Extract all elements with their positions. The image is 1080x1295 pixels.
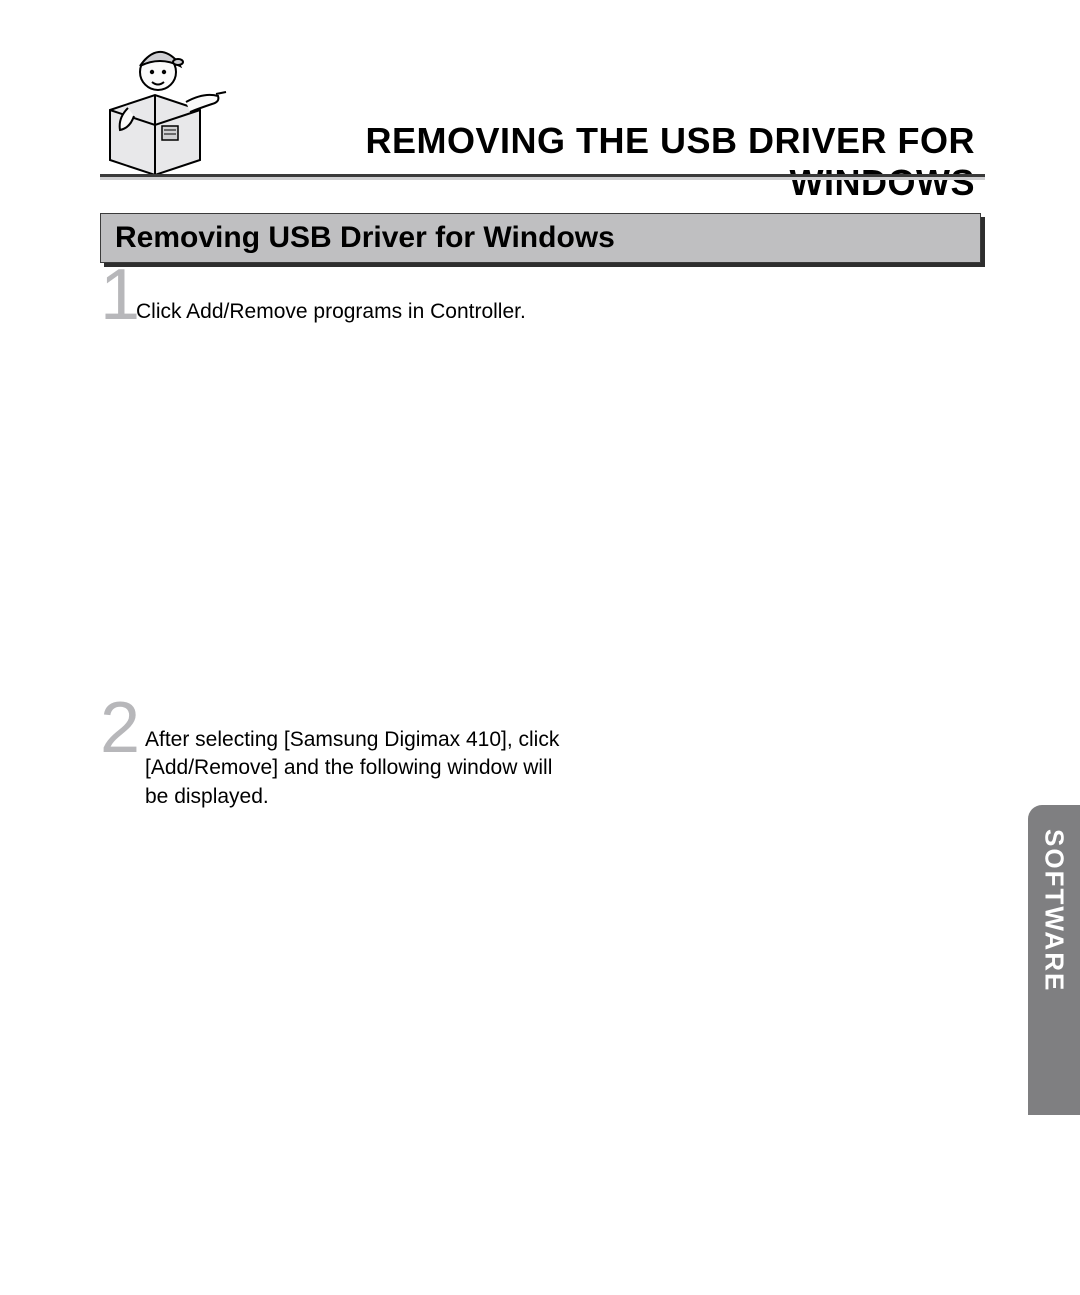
step-number: 2 [100, 692, 138, 764]
step-text: Click Add/Remove programs in Controller. [136, 298, 566, 326]
side-tab: SOFTWARE [1028, 805, 1080, 1115]
manual-page: REMOVING THE USB DRIVER FOR WINDOWS Remo… [0, 0, 1080, 1295]
mascot-illustration [100, 30, 230, 180]
page-title: REMOVING THE USB DRIVER FOR WINDOWS [245, 120, 985, 204]
side-tab-label: SOFTWARE [1039, 829, 1070, 992]
title-rule-accent [100, 174, 985, 177]
section-heading-text: Removing USB Driver for Windows [115, 221, 615, 255]
step-number: 1 [100, 259, 138, 331]
section-heading: Removing USB Driver for Windows [100, 213, 981, 263]
step-text: After selecting [Samsung Digimax 410], c… [145, 726, 575, 811]
